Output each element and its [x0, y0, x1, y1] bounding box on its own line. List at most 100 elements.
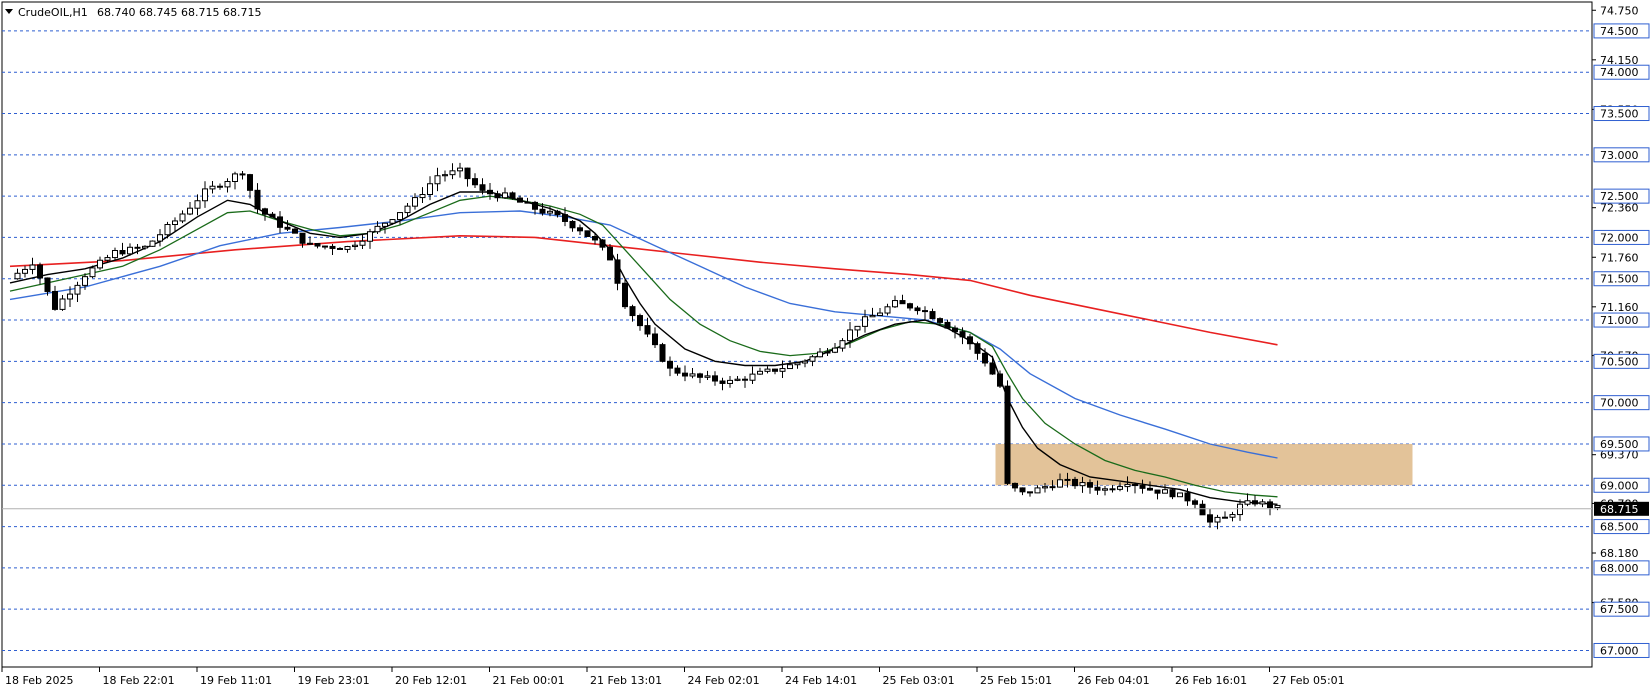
level-tag-label-3: 73.000 [1600, 149, 1639, 162]
candle-body [37, 264, 43, 279]
candle-body [74, 284, 81, 295]
candle-body [82, 276, 88, 286]
candle-body [674, 367, 681, 374]
candle-body [1147, 487, 1153, 491]
candle-body [337, 247, 343, 250]
zone-rect[interactable] [995, 443, 1413, 486]
candle-body [134, 246, 141, 249]
level-tag-label-7: 71.000 [1600, 314, 1639, 327]
candle-body [922, 310, 928, 313]
candle-body [1079, 482, 1086, 487]
ohlc-values: 68.740 68.745 68.715 68.715 [97, 6, 261, 19]
candle-body [532, 201, 538, 210]
candle-body [1199, 503, 1206, 516]
candle-body [104, 257, 111, 261]
time-tick-label-4: 20 Feb 12:01 [395, 674, 467, 687]
candle-body [712, 375, 718, 382]
candle-body [682, 372, 688, 377]
candle-body [29, 264, 36, 270]
candle-body [697, 373, 703, 378]
candle-body [322, 245, 328, 248]
candle-body [224, 180, 231, 188]
candle-body [877, 312, 883, 316]
candle-body [1169, 489, 1176, 498]
candle-body [704, 375, 711, 378]
time-tick-label-11: 26 Feb 04:01 [1078, 674, 1150, 687]
candle [149, 240, 156, 247]
resistance-zone [995, 443, 1413, 486]
candle-body [629, 306, 636, 317]
candle-body [389, 219, 396, 224]
candle-body [202, 188, 208, 202]
candle-body [562, 214, 568, 222]
price-axis: 74.75074.15073.55072.36071.76071.16070.5… [1592, 4, 1650, 658]
candle-body [1177, 492, 1183, 498]
candle-body [427, 183, 433, 196]
candle-body [1027, 491, 1033, 494]
candle-body [502, 192, 508, 199]
candle-body [569, 220, 576, 229]
price-chart[interactable]: 74.75074.15073.55072.36071.76071.16070.5… [0, 0, 1651, 691]
candle-body [254, 189, 261, 210]
level-tag-label-15: 67.000 [1600, 644, 1639, 657]
candle-body [67, 293, 73, 300]
candle-body [524, 201, 531, 204]
candle-body [1207, 514, 1213, 523]
candle-body [487, 189, 493, 195]
candle-body [1184, 492, 1191, 502]
level-tag-label-2: 73.500 [1600, 108, 1639, 121]
candle-body [929, 311, 936, 320]
candle-body [1057, 479, 1063, 488]
candle [584, 230, 591, 237]
chart-header: CrudeOIL,H1 68.740 68.745 68.715 68.715 [5, 6, 261, 19]
candle-body [442, 174, 448, 177]
candle-body [352, 244, 358, 248]
candle-body [1132, 483, 1138, 487]
candle [89, 265, 96, 279]
candle-body [164, 224, 171, 236]
candle-body [1259, 501, 1266, 505]
candle-body [464, 167, 471, 180]
time-tick-label-2: 19 Feb 11:01 [200, 674, 272, 687]
candle-body [554, 210, 561, 216]
candle-body [1102, 488, 1108, 491]
candle-body [727, 379, 733, 384]
level-tag-label-5: 72.000 [1600, 231, 1639, 244]
candle-body [59, 298, 66, 310]
current-price-label: 68.715 [1600, 503, 1639, 516]
candle-body [1162, 489, 1168, 494]
candle-body [959, 331, 966, 338]
candle-body [824, 351, 831, 354]
time-tick-label-1: 18 Feb 22:01 [103, 674, 175, 687]
candle [509, 191, 516, 200]
candle-body [667, 360, 673, 369]
candle-body [607, 246, 613, 261]
candle-body [89, 267, 96, 278]
time-tick-label-7: 24 Feb 02:01 [688, 674, 760, 687]
candle-body [509, 192, 516, 199]
candle-body [644, 325, 651, 335]
candle-body [1072, 478, 1078, 487]
candle-body [149, 240, 156, 247]
candle-body [404, 205, 411, 214]
candle-body [194, 200, 201, 209]
candle-body [839, 340, 846, 349]
price-tick-label-0: 74.750 [1600, 4, 1639, 17]
candle-body [1192, 500, 1198, 505]
candle-body [1214, 516, 1221, 523]
candle-body [367, 231, 373, 242]
candle-body [772, 368, 778, 372]
candle-body [914, 307, 921, 312]
level-tag-label-13: 68.000 [1600, 562, 1639, 575]
candle [622, 278, 628, 309]
level-tag-label-0: 74.500 [1600, 25, 1639, 38]
time-tick-label-8: 24 Feb 14:01 [785, 674, 857, 687]
candle [1177, 492, 1183, 498]
candle-body [434, 175, 441, 185]
candle-body [592, 235, 598, 241]
candle-body [382, 222, 388, 227]
candle-body [277, 216, 283, 228]
candle-body [359, 240, 366, 246]
level-tag-label-4: 72.500 [1600, 190, 1639, 203]
candle-body [314, 243, 321, 247]
